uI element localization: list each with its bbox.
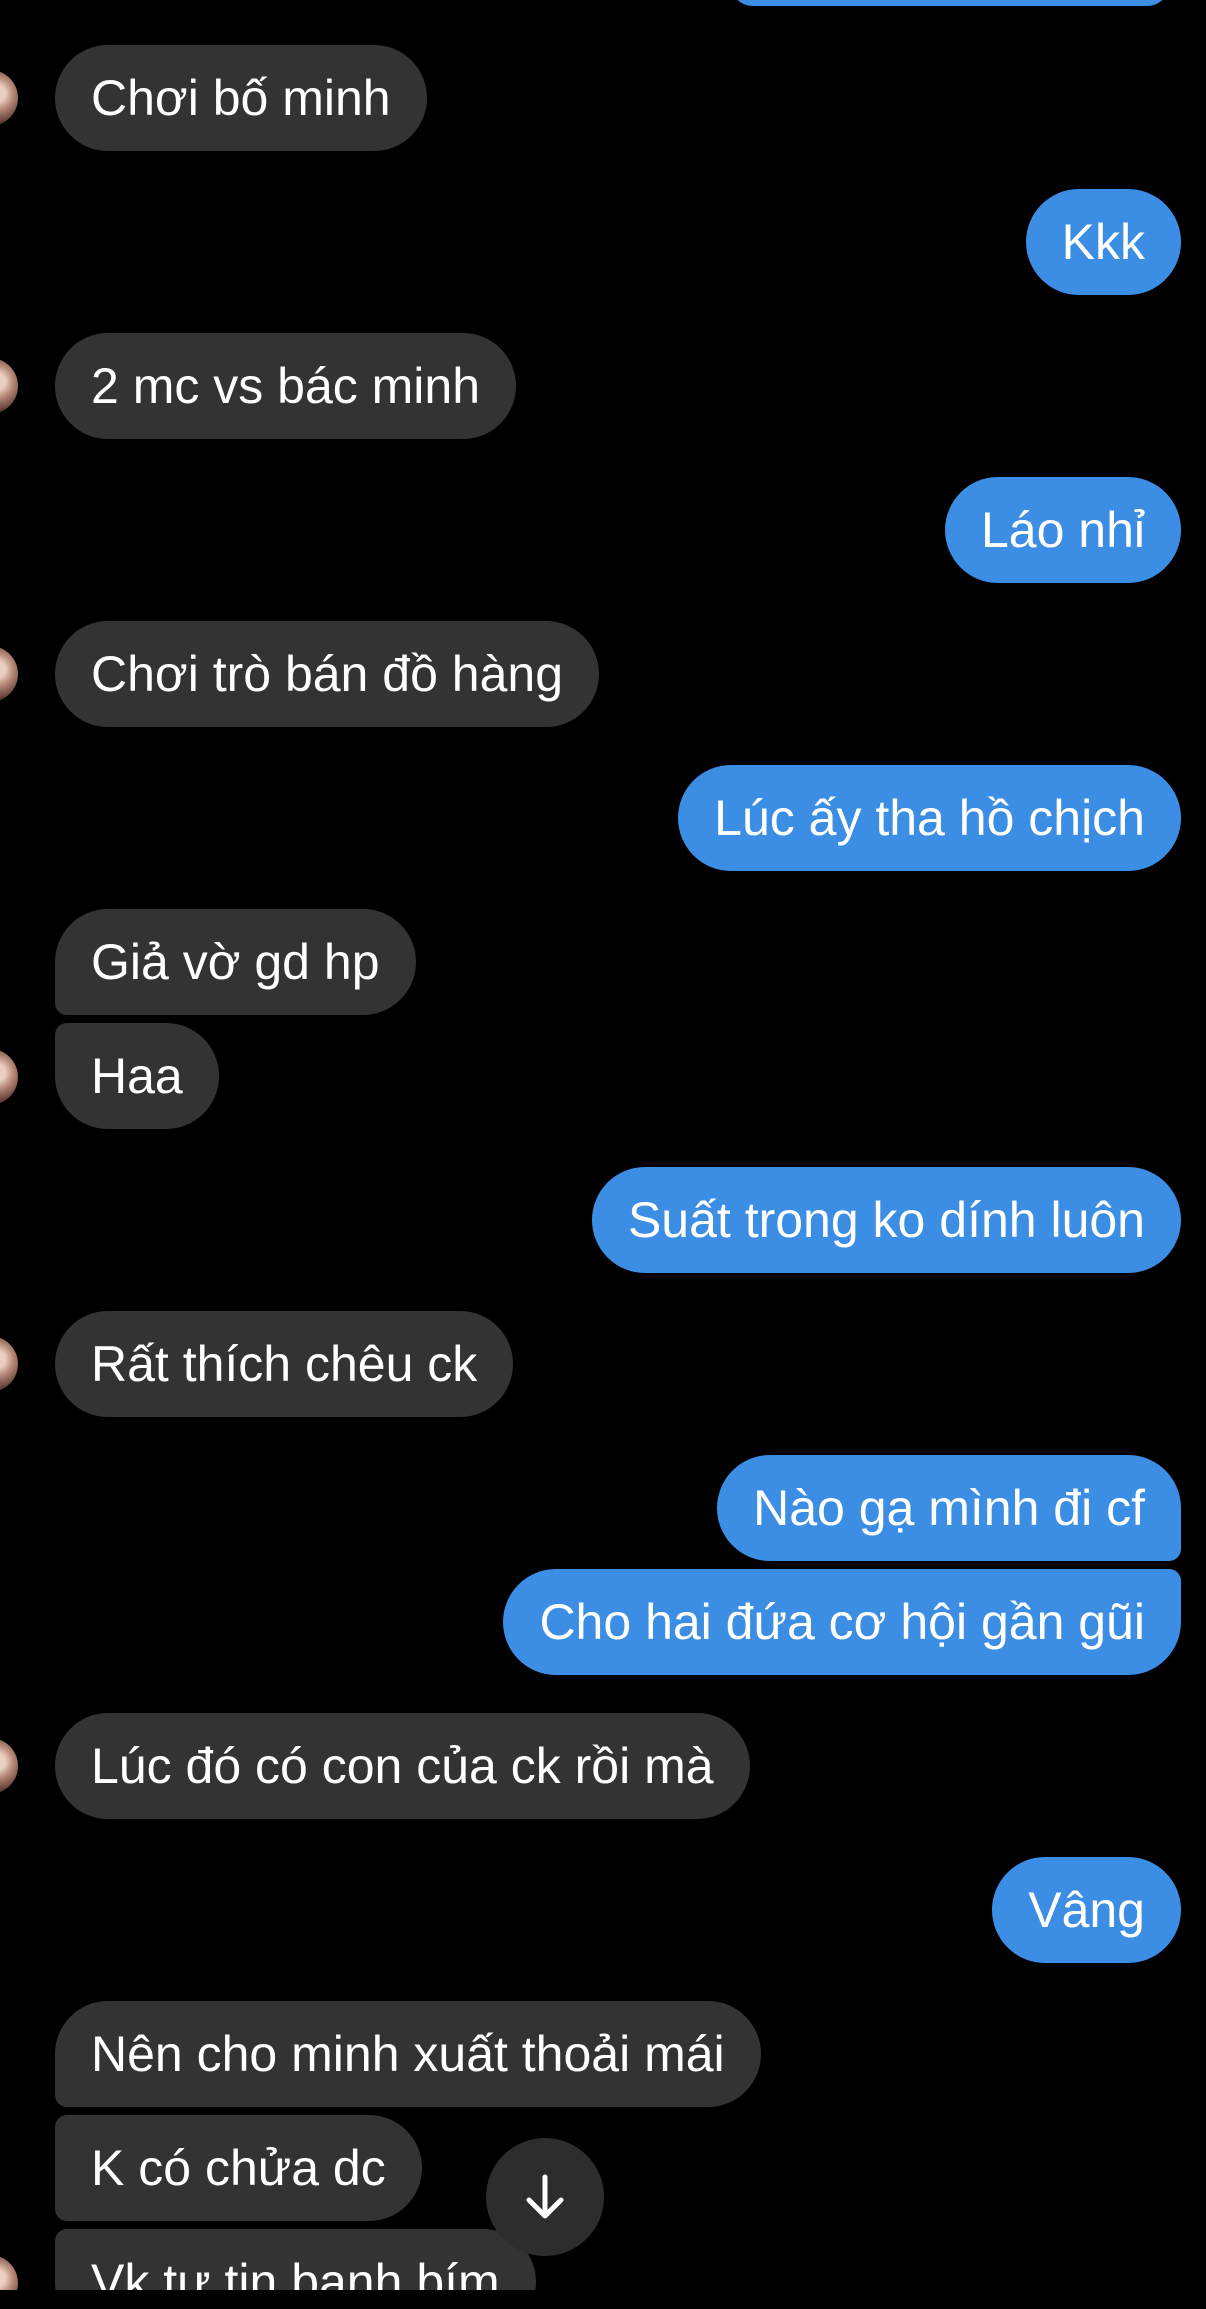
- message-bubble-incoming[interactable]: Chơi trò bán đồ hàng: [55, 621, 599, 727]
- message-bubble-incoming[interactable]: Vk tự tin banh bím: [55, 2229, 536, 2290]
- scroll-to-bottom-button[interactable]: [486, 2138, 604, 2256]
- message-bubble-outgoing[interactable]: Suất trong ko dính luôn: [591, 1167, 1181, 1273]
- contact-avatar[interactable]: [0, 1049, 18, 1105]
- message-bubble-outgoing[interactable]: Lúc ấy tha hồ chịch: [678, 765, 1181, 871]
- message-bubble-incoming[interactable]: Giả vờ gd hp: [55, 909, 416, 1015]
- message-bubble-incoming[interactable]: Chơi bố minh: [55, 45, 427, 151]
- message-bubble-incoming[interactable]: Rất thích chêu ck: [55, 1311, 514, 1417]
- message-bubble-outgoing[interactable]: Láo nhỉ: [944, 477, 1181, 583]
- message-bubble-incoming[interactable]: Nên cho minh xuất thoải mái: [55, 2001, 761, 2107]
- message-bubble-incoming[interactable]: Haa: [55, 1023, 219, 1129]
- contact-avatar[interactable]: [0, 70, 18, 126]
- message-bubble-incoming[interactable]: 2 mc vs bác minh: [55, 333, 517, 439]
- contact-avatar[interactable]: [0, 646, 18, 702]
- message-bubble-outgoing[interactable]: Vâng: [992, 1857, 1181, 1963]
- message-bubble-incoming[interactable]: K có chửa dc: [55, 2115, 422, 2221]
- message-bubble-incoming[interactable]: Lúc đó có con của ck rồi mà: [55, 1713, 750, 1819]
- message-thread[interactable]: Chơi bố minh Kkk 2 mc vs bác minh Láo nh…: [0, 0, 1206, 2290]
- message-bubble-outgoing[interactable]: Nào gạ mình đi cf: [717, 1455, 1181, 1561]
- message-bubble-outgoing[interactable]: Kkk: [1025, 189, 1181, 295]
- arrow-down-icon: [526, 2174, 564, 2219]
- contact-avatar[interactable]: [0, 1738, 18, 1794]
- message-bubble-outgoing-partial[interactable]: [730, 0, 1170, 6]
- contact-avatar[interactable]: [0, 2255, 18, 2290]
- contact-avatar[interactable]: [0, 1336, 18, 1392]
- message-bubble-outgoing[interactable]: Cho hai đứa cơ hội gần gũi: [503, 1569, 1181, 1675]
- contact-avatar[interactable]: [0, 358, 18, 414]
